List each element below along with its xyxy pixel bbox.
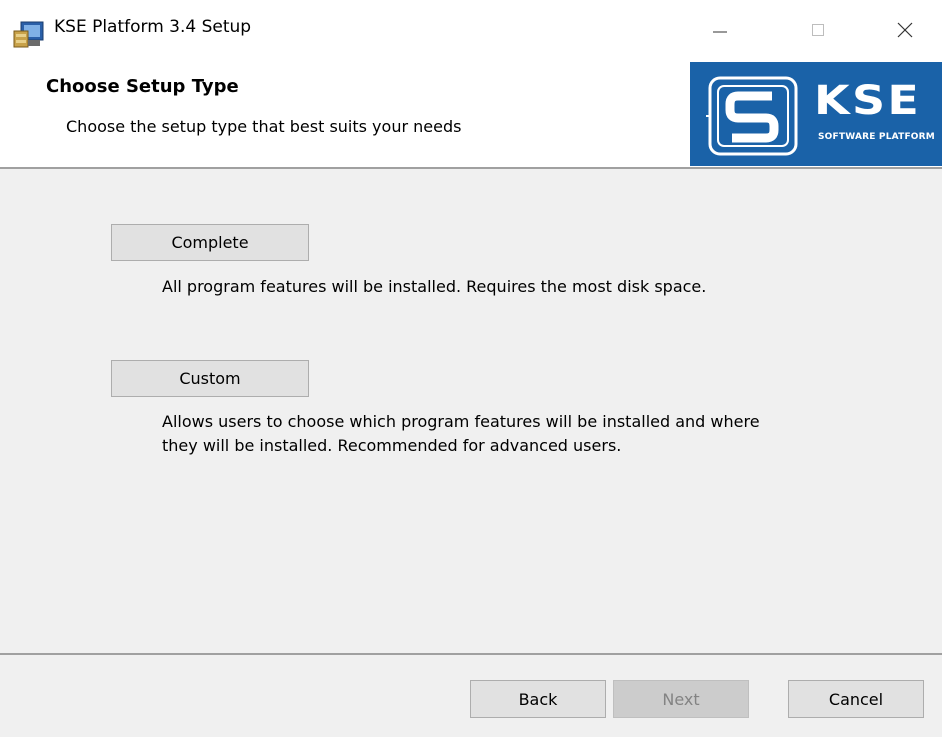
- logo-tagline: SOFTWARE PLATFORM: [818, 132, 935, 142]
- page-title: Choose Setup Type: [46, 76, 239, 97]
- close-icon: [897, 22, 913, 38]
- page-subtitle: Choose the setup type that best suits yo…: [66, 117, 462, 136]
- setup-app-icon: [13, 21, 44, 48]
- custom-description-line: Allows users to choose which program fea…: [162, 412, 760, 431]
- custom-description-line: they will be installed. Recommended for …: [162, 436, 622, 455]
- complete-button[interactable]: Complete: [111, 224, 309, 261]
- kse-logo: KSE SOFTWARE PLATFORM: [690, 62, 942, 166]
- minimize-icon: [713, 31, 727, 33]
- title-bar: KSE Platform 3.4 Setup: [0, 0, 942, 62]
- custom-button[interactable]: Custom: [111, 360, 309, 397]
- next-button[interactable]: Next: [613, 680, 749, 718]
- setup-options-panel: Complete All program features will be in…: [0, 169, 942, 653]
- kse-s-mark-icon: [706, 76, 798, 156]
- back-button[interactable]: Back: [470, 680, 606, 718]
- logo-wordmark: KSE: [814, 78, 922, 124]
- custom-description: Allows users to choose which program fea…: [162, 410, 882, 458]
- complete-description: All program features will be installed. …: [162, 277, 707, 296]
- window-title: KSE Platform 3.4 Setup: [54, 17, 252, 37]
- dialog-footer: Back Next Cancel: [0, 655, 942, 737]
- maximize-button[interactable]: [793, 10, 843, 50]
- cancel-button[interactable]: Cancel: [788, 680, 924, 718]
- dialog-header: Choose Setup Type Choose the setup type …: [0, 62, 942, 168]
- minimize-button[interactable]: [695, 10, 745, 50]
- close-button[interactable]: [880, 10, 930, 50]
- maximize-icon: [812, 24, 824, 36]
